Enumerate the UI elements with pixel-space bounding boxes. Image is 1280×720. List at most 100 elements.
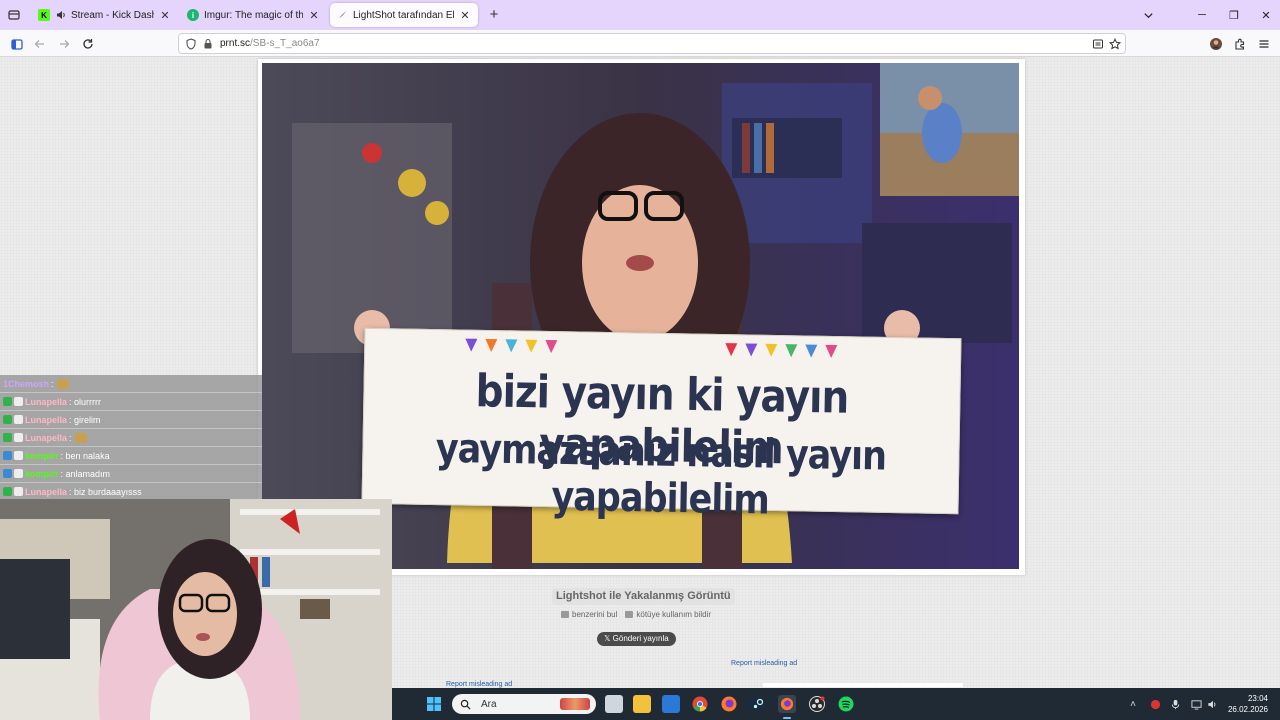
chat-message: 1Chemosh: — [0, 375, 262, 393]
shield-icon[interactable] — [184, 37, 198, 51]
chat-separator: : — [69, 432, 72, 443]
tab-strip: K Stream - Kick Dashboard ✕ i Imgur: The… — [0, 0, 1280, 30]
emote-icon — [56, 378, 69, 389]
tray-overflow-chevron-icon[interactable]: ˄ — [1126, 697, 1140, 711]
firefox-active-icon[interactable] — [778, 695, 796, 713]
bookmark-star-icon[interactable] — [1108, 37, 1122, 51]
tab-title: LightShot tarafından Ekran Görü — [353, 9, 454, 21]
report-ad-link[interactable]: Report misleading ad — [731, 660, 797, 667]
back-arrow-icon[interactable] — [30, 34, 50, 54]
taskbar-search-box[interactable]: Ara — [452, 694, 596, 714]
ad-placeholder — [763, 683, 963, 687]
bunting-flag — [745, 343, 758, 357]
lightshot-caption: Lightshot ile Yakalanmış Görüntü — [552, 588, 735, 605]
chat-username: Lunapella — [25, 486, 68, 497]
account-avatar-icon[interactable] — [1206, 34, 1226, 54]
clock-time: 23:04 — [1247, 694, 1268, 703]
windows-taskbar: Ara ˄ 23:04 26.02.2026 — [392, 688, 1280, 720]
reload-icon[interactable] — [78, 34, 98, 54]
speaker-icon[interactable] — [55, 9, 67, 21]
microphone-icon[interactable] — [1168, 697, 1182, 711]
tab-kick-dashboard[interactable]: K Stream - Kick Dashboard ✕ — [32, 3, 178, 27]
address-bar[interactable]: prnt.sc/SB-s_T_ao6a7 — [178, 33, 1126, 54]
banner-text-line2: yaymazsanız nasıl yayın yapabilelim — [435, 426, 887, 524]
chat-separator: : — [51, 378, 54, 389]
subscriber-badge-icon — [14, 451, 23, 460]
close-icon[interactable]: ✕ — [307, 8, 321, 22]
moderator-badge-icon — [3, 469, 12, 478]
firefox-icon[interactable] — [720, 695, 738, 713]
post-to-x-label: Gönderi yayınla — [612, 634, 669, 643]
tab-title: Stream - Kick Dashboard — [71, 9, 154, 21]
find-similar-label: benzerini bul — [572, 610, 618, 619]
active-app-indicator — [783, 717, 791, 719]
navigation-toolbar: prnt.sc/SB-s_T_ao6a7 — [0, 30, 1280, 57]
moderator-badge-icon — [3, 451, 12, 460]
find-similar-link[interactable]: benzerini bul — [561, 610, 617, 619]
stream-chat-overlay: 1Chemosh: Lunapella: olurrrrr Lunapella:… — [0, 375, 262, 501]
chat-text: girelim — [74, 414, 101, 425]
report-abuse-link[interactable]: kötüye kullanım bildir — [625, 610, 711, 619]
subscriber-badge-icon — [14, 469, 23, 478]
webcam-overlay — [0, 499, 392, 720]
chat-username: kompirr — [25, 468, 59, 479]
bunting-flag — [765, 343, 778, 358]
chat-username: Lunapella — [25, 414, 68, 425]
chat-username: 1Chemosh — [3, 378, 50, 389]
store-icon[interactable] — [662, 695, 680, 713]
reader-view-icon[interactable] — [1091, 37, 1105, 51]
subscriber-badge-icon — [14, 433, 23, 442]
bunting-flag — [725, 343, 738, 357]
spotify-icon[interactable] — [837, 695, 855, 713]
extensions-puzzle-icon[interactable] — [1230, 34, 1250, 54]
report-ad-link[interactable]: Report misleading ad — [446, 681, 512, 688]
post-to-x-button[interactable]: 𝕏 Gönderi yayınla — [597, 632, 676, 646]
tab-list-icon[interactable] — [5, 6, 23, 24]
chat-username: Lunapella — [25, 396, 68, 407]
bunting-flag — [485, 338, 498, 353]
url-text[interactable]: prnt.sc/SB-s_T_ao6a7 — [220, 38, 320, 49]
minimize-icon[interactable]: ─ — [1186, 0, 1218, 30]
volume-icon[interactable] — [1205, 697, 1219, 711]
verified-badge-icon — [3, 487, 12, 496]
steam-icon[interactable] — [749, 695, 767, 713]
tab-title: Imgur: The magic of the Interne — [204, 9, 303, 21]
webcam-scene-graphic — [0, 499, 392, 720]
task-view-icon[interactable] — [605, 695, 623, 713]
forward-arrow-icon[interactable] — [54, 34, 74, 54]
image-links: benzerini bul kötüye kullanım bildir — [561, 610, 711, 619]
network-icon[interactable] — [1189, 697, 1203, 711]
close-icon[interactable]: ✕ — [458, 8, 472, 22]
chat-message: kompirr: anlamadım — [0, 465, 262, 483]
clock-date: 26.02.2026 — [1227, 705, 1268, 714]
lock-icon[interactable] — [201, 37, 215, 51]
verified-badge-icon — [3, 433, 12, 442]
close-icon[interactable]: ✕ — [158, 8, 172, 22]
emote-icon — [74, 432, 87, 443]
chevron-down-icon[interactable] — [1132, 0, 1164, 30]
tray-app-icon[interactable] — [1148, 697, 1162, 711]
trash-icon — [625, 611, 634, 618]
new-tab-plus-icon[interactable]: + — [486, 7, 502, 23]
verified-badge-icon — [3, 397, 12, 406]
window-close-icon[interactable]: ✕ — [1250, 0, 1280, 30]
menu-hamburger-icon[interactable] — [1254, 34, 1274, 54]
taskbar-clock[interactable]: 23:04 26.02.2026 — [1228, 693, 1268, 715]
camera-icon — [561, 611, 569, 618]
chat-username: Lunapella — [25, 432, 68, 443]
tab-lightshot[interactable]: LightShot tarafından Ekran Görü ✕ — [330, 3, 478, 27]
sidebar-toggle-icon[interactable] — [7, 34, 27, 54]
chrome-icon[interactable] — [691, 695, 709, 713]
bunting-flag — [785, 344, 798, 358]
bunting-flag — [505, 339, 518, 353]
obs-icon[interactable] — [808, 695, 826, 713]
search-icon — [460, 699, 471, 710]
restore-icon[interactable]: ❐ — [1218, 0, 1250, 30]
file-explorer-icon[interactable] — [633, 695, 651, 713]
chat-message: Lunapella: — [0, 429, 262, 447]
screenshot-image[interactable]: bizi yayın ki yayın yapabilelim yaymazsa… — [262, 63, 1019, 569]
tab-imgur[interactable]: i Imgur: The magic of the Interne ✕ — [181, 3, 327, 27]
subscriber-badge-icon — [14, 487, 23, 496]
start-icon[interactable] — [425, 695, 443, 713]
search-highlight-art — [560, 698, 590, 710]
